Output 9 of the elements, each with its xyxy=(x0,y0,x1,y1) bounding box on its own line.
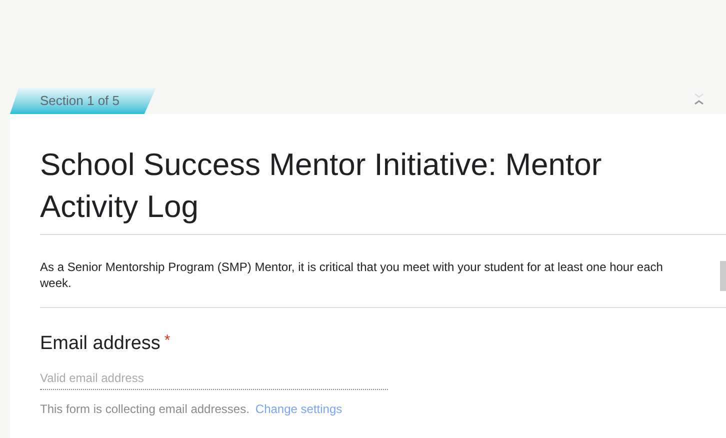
scrollbar[interactable] xyxy=(720,261,726,291)
footer-note: This form is collecting email addresses. xyxy=(40,400,250,418)
form-description: As a Senior Mentorship Program (SMP) Mentor, it is critical that you meet with your student for at least one hour each week. xyxy=(40,259,664,291)
change-settings-link[interactable]: Change settings xyxy=(255,400,342,418)
question-label: Email address xyxy=(40,332,160,356)
collapse-icon[interactable] xyxy=(694,92,704,106)
email-field[interactable]: Valid email address xyxy=(40,368,388,390)
form-title: School Success Mentor Initiative: Mentor Activity Log xyxy=(40,146,603,226)
required-mark: * xyxy=(164,331,170,351)
